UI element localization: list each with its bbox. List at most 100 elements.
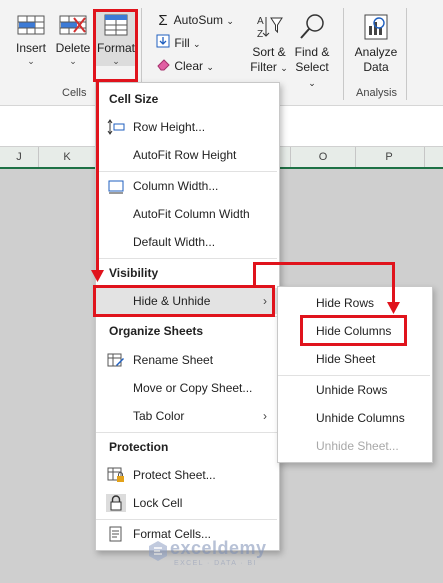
find-select-label-2: Select ⌄ bbox=[295, 60, 329, 88]
insert-label: Insert bbox=[15, 41, 46, 55]
magnifier-icon bbox=[300, 14, 324, 39]
menu-item-protect-sheet[interactable]: Protect Sheet... bbox=[96, 462, 277, 488]
chevron-down-icon: ⌄ bbox=[27, 56, 35, 66]
menu-item-tab-color[interactable]: Tab Color › bbox=[96, 403, 277, 429]
fill-label: Fill bbox=[174, 36, 190, 50]
row-height-label: Row Height... bbox=[133, 120, 206, 134]
hide-unhide-submenu: Hide Rows Hide Columns Hide Sheet Unhide… bbox=[277, 286, 433, 463]
menu-item-autofit-row-height[interactable]: AutoFit Row Height bbox=[96, 142, 277, 168]
annotation-arrow-line bbox=[96, 82, 99, 278]
find-select-button[interactable]: Find & Select ⌄ bbox=[290, 12, 334, 91]
column-header-o[interactable]: O bbox=[290, 147, 356, 167]
menu-divider bbox=[96, 171, 277, 172]
column-width-label: Column Width... bbox=[133, 179, 219, 193]
visibility-heading: Visibility bbox=[109, 266, 159, 280]
hide-columns-highlight-box bbox=[300, 315, 407, 346]
watermark-brand: exceldemy bbox=[170, 538, 267, 558]
delete-button[interactable]: Delete ⌄ bbox=[54, 12, 92, 66]
find-select-label-1: Find & bbox=[294, 45, 330, 59]
menu-divider bbox=[278, 375, 430, 376]
move-copy-sheet-label: Move or Copy Sheet... bbox=[133, 381, 253, 395]
group-divider bbox=[343, 8, 344, 100]
menu-item-lock-cell[interactable]: Lock Cell bbox=[96, 490, 277, 516]
hide-unhide-highlight-box bbox=[93, 285, 275, 317]
lock-icon bbox=[106, 494, 126, 512]
chevron-right-icon: › bbox=[263, 409, 267, 423]
cells-group-label: Cells bbox=[62, 87, 87, 99]
submenu-item-unhide-columns[interactable]: Unhide Columns bbox=[278, 405, 430, 431]
watermark-tagline: EXCEL · DATA · BI bbox=[174, 560, 257, 567]
exceldemy-watermark: exceldemy EXCEL · DATA · BI bbox=[148, 536, 298, 574]
sigma-icon: Σ bbox=[158, 11, 168, 29]
lock-cell-label: Lock Cell bbox=[133, 496, 183, 510]
tab-color-label: Tab Color bbox=[133, 409, 185, 423]
clear-button[interactable]: Clear ⌄ bbox=[155, 57, 214, 75]
submenu-item-unhide-rows[interactable]: Unhide Rows bbox=[278, 377, 430, 403]
menu-divider bbox=[96, 519, 277, 520]
column-width-icon bbox=[108, 180, 124, 194]
submenu-item-unhide-sheet: Unhide Sheet... bbox=[278, 433, 430, 459]
menu-item-rename-sheet[interactable]: Rename Sheet bbox=[96, 347, 277, 373]
annotation-arrow-line bbox=[392, 262, 395, 304]
hide-sheet-label: Hide Sheet bbox=[316, 352, 376, 366]
column-header-p[interactable]: P bbox=[354, 147, 425, 167]
rename-sheet-label: Rename Sheet bbox=[133, 353, 214, 367]
insert-cells-icon bbox=[17, 15, 45, 35]
analyze-data-button[interactable]: Analyze Data bbox=[352, 12, 400, 75]
fill-button[interactable]: Fill ⌄ bbox=[155, 34, 201, 52]
group-divider bbox=[406, 8, 407, 100]
annotation-arrow-line bbox=[253, 262, 256, 287]
insert-button[interactable]: Insert ⌄ bbox=[12, 12, 50, 66]
svg-text:A: A bbox=[257, 16, 264, 27]
clear-label: Clear bbox=[174, 59, 204, 73]
analyze-label-2: Data bbox=[363, 60, 389, 74]
autofit-row-height-label: AutoFit Row Height bbox=[133, 148, 237, 162]
hide-rows-label: Hide Rows bbox=[316, 296, 375, 310]
sort-filter-label-2: Filter ⌄ bbox=[250, 60, 288, 74]
autosum-label: AutoSum bbox=[173, 13, 224, 27]
protect-sheet-icon bbox=[107, 467, 124, 482]
default-width-label: Default Width... bbox=[133, 235, 216, 249]
chevron-down-icon: ⌄ bbox=[193, 39, 201, 49]
autosum-button[interactable]: Σ AutoSum ⌄ bbox=[155, 11, 234, 29]
sort-filter-icon: A Z bbox=[257, 16, 283, 40]
protection-heading: Protection bbox=[109, 440, 169, 454]
cell-size-heading: Cell Size bbox=[109, 92, 159, 106]
menu-item-autofit-column-width[interactable]: AutoFit Column Width bbox=[96, 201, 277, 227]
menu-item-column-width[interactable]: Column Width... bbox=[96, 173, 277, 199]
row-height-icon bbox=[107, 119, 125, 135]
eraser-icon bbox=[155, 57, 171, 76]
submenu-item-hide-sheet[interactable]: Hide Sheet bbox=[278, 346, 430, 372]
menu-item-default-width[interactable]: Default Width... bbox=[96, 229, 277, 255]
annotation-arrowhead-icon bbox=[387, 302, 400, 314]
unhide-rows-label: Unhide Rows bbox=[316, 383, 388, 397]
chevron-down-icon: ⌄ bbox=[226, 16, 234, 26]
autofit-column-width-label: AutoFit Column Width bbox=[133, 207, 250, 221]
analyze-label-1: Analyze bbox=[354, 45, 398, 59]
analyze-data-icon bbox=[364, 14, 388, 40]
menu-divider bbox=[96, 258, 277, 259]
analysis-group-label: Analysis bbox=[356, 87, 397, 99]
protect-sheet-label: Protect Sheet... bbox=[133, 468, 216, 482]
delete-label: Delete bbox=[55, 41, 91, 55]
delete-cells-icon bbox=[59, 15, 87, 35]
exceldemy-logo-icon bbox=[149, 541, 167, 561]
unhide-sheet-label: Unhide Sheet... bbox=[316, 439, 399, 453]
chevron-down-icon: ⌄ bbox=[206, 62, 214, 72]
unhide-columns-label: Unhide Columns bbox=[316, 411, 405, 425]
annotation-arrow-line bbox=[253, 262, 395, 265]
menu-item-move-copy-sheet[interactable]: Move or Copy Sheet... bbox=[96, 375, 277, 401]
submenu-item-hide-rows[interactable]: Hide Rows bbox=[278, 290, 430, 316]
column-header-j[interactable]: J bbox=[0, 147, 39, 167]
organize-sheets-heading: Organize Sheets bbox=[109, 324, 204, 338]
chevron-down-icon: ⌄ bbox=[69, 56, 77, 66]
format-highlight-box bbox=[93, 9, 138, 82]
sort-filter-button[interactable]: A Z Sort & Filter ⌄ bbox=[248, 12, 290, 76]
rename-sheet-icon bbox=[107, 353, 124, 367]
sort-filter-label-1: Sort & bbox=[252, 45, 286, 59]
svg-text:Z: Z bbox=[257, 29, 263, 40]
column-header-k[interactable]: K bbox=[38, 147, 97, 167]
fill-down-icon bbox=[155, 34, 171, 53]
menu-item-row-height[interactable]: Row Height... bbox=[96, 114, 277, 140]
format-cells-dialog-icon bbox=[109, 526, 122, 542]
